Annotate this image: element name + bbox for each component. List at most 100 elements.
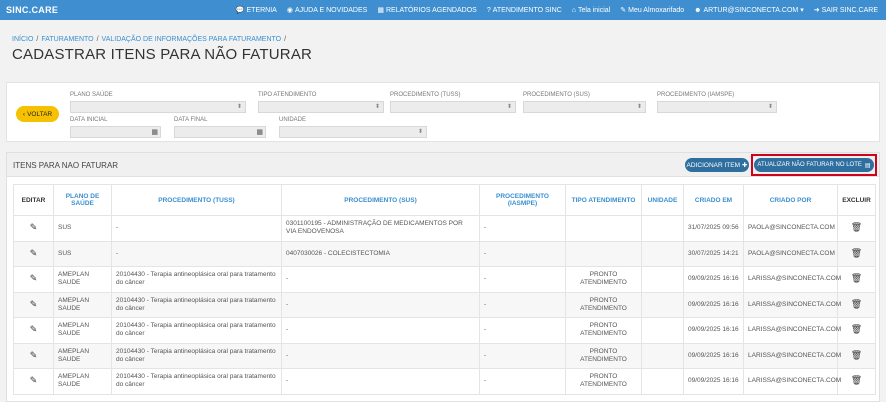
cell-criado-por: PAOLA@SINCONECTA.COM (743, 215, 838, 242)
breadcrumb-inicio[interactable]: INÍCIO (12, 36, 33, 43)
proc-iamspe-select[interactable]: ⬍ (657, 101, 777, 113)
cell-tuss: 20104430 - Terapia antineoplásica oral p… (111, 342, 282, 369)
cell-tipo (565, 215, 642, 242)
cell-iamspe: - (479, 368, 566, 395)
chevron-down-icon: ⬍ (374, 104, 380, 110)
data-inicial-input[interactable]: ▦ (70, 126, 161, 138)
nav-item-7[interactable]: ➜ SAIR SINC.CARE (813, 6, 878, 15)
cell-criado-por: LARISSA@SINCONECTA.COM (743, 368, 841, 395)
nav-item-label: ATENDIMENTO SINC (492, 6, 562, 14)
nav-item-4[interactable]: ⌂ Tela inicial (572, 7, 611, 14)
pencil-icon[interactable]: ✎ (30, 375, 38, 385)
cell-iamspe: - (479, 215, 566, 242)
tipo-atendimento-label: TIPO ATENDIMENTO (258, 92, 317, 98)
unidade-label: UNIDADE (279, 117, 307, 123)
back-button[interactable]: ‹ VOLTAR (16, 106, 59, 122)
nav-links: 💬 ETERNIA ◉ AJUDA E NOVIDADES ▦ RELATÓRIOS AG… (236, 6, 886, 15)
cell-iamspe: - (479, 291, 566, 318)
nav-item-label: Meu Almoxarifado (628, 6, 685, 14)
trash-icon[interactable]: 🗑 (851, 350, 862, 360)
table-row: ✎ AMEPLAN SAUDE 20104430 - Terapia antineo… (13, 368, 876, 395)
trash-icon[interactable]: 🗑 (851, 375, 862, 385)
delete-cell: 🗑 (837, 240, 876, 267)
proc-sus-select[interactable]: ⬍ (523, 101, 646, 113)
trash-icon[interactable]: 🗑 (851, 273, 862, 283)
proc-tuss-select[interactable]: ⬍ (390, 101, 516, 113)
column-header: CRIADO EM (683, 184, 744, 216)
cell-unidade (641, 317, 684, 344)
trash-icon[interactable]: 🗑 (851, 222, 862, 232)
logout-icon: ➜ (813, 7, 820, 14)
cell-unidade (641, 240, 684, 267)
chevron-down-icon: ⬍ (636, 104, 642, 110)
data-final-input[interactable]: ▦ (174, 126, 266, 138)
nav-item-0[interactable]: 💬 ETERNIA (236, 6, 277, 15)
items-panel: ITENS PARA NAO FATURAR ADICIONAR ITEM ✚ A… (6, 152, 880, 402)
delete-cell: 🗑 (837, 291, 876, 318)
brand-logo[interactable]: SINC.CARE (0, 5, 58, 15)
cell-criado-em: 09/09/2025 16:16 (683, 291, 744, 318)
nav-item-label: Tela inicial (577, 6, 611, 14)
nav-item-label: AJUDA E NOVIDADES (294, 6, 368, 14)
data-inicial-label: DATA INICIAL (70, 117, 108, 123)
cell-iamspe: - (479, 342, 566, 369)
unidade-select[interactable]: ⬍ (279, 126, 427, 138)
cell-unidade (641, 266, 684, 293)
cell-tuss: 20104430 - Terapia antineoplásica oral p… (111, 317, 282, 344)
nav-item-5[interactable]: ✎ Meu Almoxarifado (620, 6, 685, 15)
chevron-down-icon: ⬍ (506, 104, 512, 110)
breadcrumb: INÍCIO / FATURAMENTO / VALIDAÇÃO DE INFORMAÇ… (12, 36, 287, 43)
pencil-icon[interactable]: ✎ (30, 273, 38, 283)
calendar-icon[interactable]: ▦ (151, 128, 158, 136)
nav-item-3[interactable]: ? ATENDIMENTO SINC (487, 7, 562, 14)
cell-tipo: PRONTO ATENDIMENTO (565, 317, 642, 344)
chevron-down-icon: ⬍ (767, 104, 773, 110)
delete-cell: 🗑 (837, 368, 876, 395)
nav-item-1[interactable]: ◉ AJUDA E NOVIDADES (287, 6, 368, 15)
cell-tuss: 20104430 - Terapia antineoplásica oral p… (111, 368, 282, 395)
cell-iamspe: - (479, 266, 566, 293)
breadcrumb-validacao[interactable]: VALIDAÇÃO DE INFORMAÇÕES PARA FATURAMENT… (102, 36, 282, 43)
highlight-box (751, 154, 877, 176)
breadcrumb-faturamento[interactable]: FATURAMENTO (41, 36, 93, 43)
delete-cell: 🗑 (837, 215, 876, 242)
table-body: ✎ SUS -0301100195 - ADMINISTRAÇÃO DE MEDIC… (13, 215, 876, 395)
plus-icon: ✚ (742, 162, 748, 169)
cell-tipo: PRONTO ATENDIMENTO (565, 291, 642, 318)
column-header: EDITAR (13, 184, 54, 216)
edit-cell: ✎ (13, 342, 54, 369)
cell-tuss: - (111, 240, 282, 267)
pencil-icon[interactable]: ✎ (30, 299, 38, 309)
pencil-icon[interactable]: ✎ (30, 350, 38, 360)
nav-item-2[interactable]: ▦ RELATÓRIOS AGENDADOS (377, 6, 477, 15)
cell-plano: SUS (53, 240, 112, 267)
trash-icon[interactable]: 🗑 (851, 299, 862, 309)
cell-sus: - (281, 342, 480, 369)
user-icon: ☻ (694, 6, 702, 14)
pencil-icon[interactable]: ✎ (30, 222, 38, 232)
pencil-icon[interactable]: ✎ (30, 248, 38, 258)
calendar-icon[interactable]: ▦ (256, 128, 263, 136)
edit-cell: ✎ (13, 291, 54, 318)
cell-criado-em: 09/09/2025 16:16 (683, 342, 744, 369)
home-icon: ⌂ (571, 6, 576, 14)
question-icon: ? (486, 6, 491, 14)
panel-header: ITENS PARA NAO FATURAR ADICIONAR ITEM ✚ A… (7, 153, 879, 177)
cell-sus: - (281, 291, 480, 318)
cell-tipo: PRONTO ATENDIMENTO (565, 342, 642, 369)
pencil-icon[interactable]: ✎ (30, 324, 38, 334)
trash-icon[interactable]: 🗑 (851, 324, 862, 334)
cell-sus: - (281, 317, 480, 344)
chevron-left-icon: ‹ (22, 110, 26, 118)
cell-iamspe: - (479, 240, 566, 267)
table-row: ✎ AMEPLAN SAUDE 20104430 - Terapia antineo… (13, 291, 876, 318)
cell-criado-por: LARISSA@SINCONECTA.COM (743, 342, 841, 369)
tipo-atendimento-select[interactable]: ⬍ (258, 101, 384, 113)
edit-cell: ✎ (13, 240, 54, 267)
trash-icon[interactable]: 🗑 (851, 248, 862, 258)
nav-item-label: ARTUR@SINCONECTA.COM ▾ (703, 7, 804, 14)
add-item-button[interactable]: ADICIONAR ITEM ✚ (685, 158, 749, 172)
edit-cell: ✎ (13, 266, 54, 293)
plano-saude-select[interactable]: ⬍ (70, 101, 246, 113)
nav-item-6[interactable]: ☻ ARTUR@SINCONECTA.COM ▾ (694, 6, 804, 15)
